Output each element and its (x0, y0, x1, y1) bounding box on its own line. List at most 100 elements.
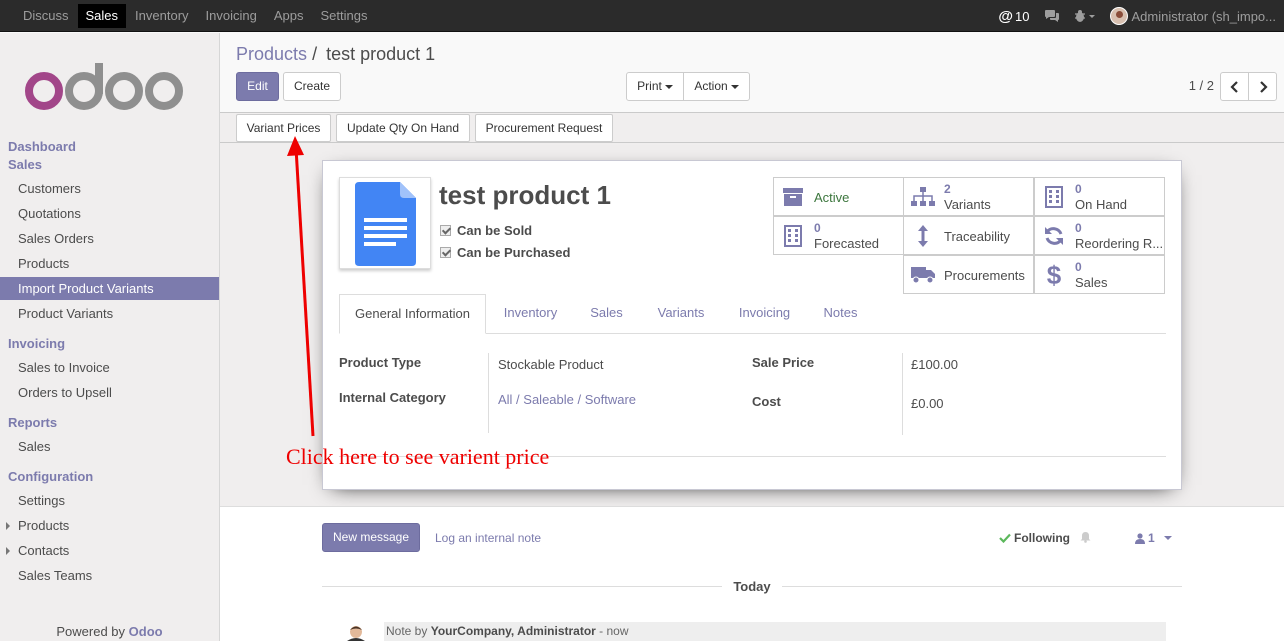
form-sheet: test product 1 Can be Sold Can be Purcha… (322, 160, 1182, 490)
user-avatar (1109, 7, 1128, 25)
at-icon: @ (998, 7, 1014, 25)
sidebar-item-quotations[interactable]: Quotations (0, 202, 219, 225)
cost-label: Cost (752, 394, 781, 409)
menu-invoicing[interactable]: Invoicing (198, 4, 265, 28)
can-be-sold-label: Can be Sold (457, 223, 533, 238)
field-separator (488, 353, 489, 433)
internal-category-link[interactable]: All / Saleable / Software (498, 392, 636, 407)
notebook-tabs: General Information Inventory Sales Vari… (339, 294, 1166, 334)
update-qty-on-hand-button[interactable]: Update Qty On Hand (336, 114, 470, 142)
procurements-smart-button[interactable]: Procurements (903, 255, 1034, 294)
tab-variants[interactable]: Variants (646, 294, 716, 334)
followers-button[interactable]: 1 (1135, 531, 1172, 545)
sidebar-item-products[interactable]: Products (0, 252, 219, 275)
sidebar-item-settings[interactable]: Settings (0, 489, 219, 512)
procurements-label: Procurements (944, 268, 1025, 283)
sidebar-item-product-variants[interactable]: Product Variants (0, 302, 219, 325)
statusbar: Variant Prices Update Qty On Hand Procur… (220, 113, 1284, 143)
cost-value: £0.00 (911, 396, 944, 411)
field-separator (902, 353, 903, 435)
product-image[interactable] (339, 177, 431, 269)
traceability-smart-button[interactable]: Traceability (903, 216, 1034, 255)
sidebar-item-reports-sales[interactable]: Sales (0, 435, 219, 458)
new-message-button[interactable]: New message (322, 523, 420, 552)
sale-price-value: £100.00 (911, 357, 958, 372)
sidebar-item-customers[interactable]: Customers (0, 177, 219, 200)
caret-down-icon (730, 84, 739, 89)
active-label: Active (814, 190, 850, 205)
truck-icon (910, 263, 936, 287)
message-author-avatar (347, 626, 365, 641)
menu-settings[interactable]: Settings (312, 4, 375, 28)
procurement-request-button[interactable]: Procurement Request (475, 114, 613, 142)
menu-sales[interactable]: Sales (77, 4, 127, 28)
sidebar-item-import-product-variants[interactable]: Import Product Variants (0, 277, 219, 300)
tab-notes[interactable]: Notes (813, 294, 868, 334)
user-menu[interactable]: Administrator (sh_impo... (1109, 7, 1284, 25)
reordering-label: Reordering R... (1075, 236, 1163, 251)
powered-by-brand[interactable]: Odoo (129, 624, 163, 639)
caret-down-icon (1163, 536, 1172, 540)
sales-smart-button[interactable]: $ 0 Sales (1034, 255, 1165, 294)
building-icon (1041, 185, 1067, 209)
action-button[interactable]: Action (683, 72, 750, 101)
pager-previous-button[interactable] (1220, 72, 1249, 101)
sidebar-item-contacts[interactable]: Contacts (0, 539, 219, 562)
variants-smart-button[interactable]: 2 Variants (903, 177, 1034, 216)
tab-invoicing[interactable]: Invoicing (727, 294, 802, 334)
pager-next-button[interactable] (1248, 72, 1277, 101)
can-be-purchased-checkbox[interactable] (440, 247, 451, 258)
breadcrumb: Products / test product 1 (236, 44, 435, 65)
sidebar-dashboard[interactable]: Dashboard (8, 139, 76, 154)
reordering-count: 0 (1075, 221, 1082, 235)
internal-category-label: Internal Category (339, 390, 446, 405)
sidebar: Dashboard Sales Customers Quotations Sal… (0, 33, 220, 641)
caret-right-icon (6, 522, 10, 530)
breadcrumb-products[interactable]: Products (236, 44, 307, 64)
on-hand-smart-button[interactable]: 0 On Hand (1034, 177, 1165, 216)
debug-bug-icon[interactable] (1074, 9, 1096, 23)
document-icon (355, 182, 416, 266)
sidebar-item-config-products[interactable]: Products (0, 514, 219, 537)
caret-down-icon (664, 84, 673, 89)
bell-icon[interactable] (1080, 531, 1091, 543)
sidebar-item-label: Contacts (18, 543, 70, 558)
powered-by: Powered by Odoo (0, 624, 219, 639)
sidebar-item-sales-orders[interactable]: Sales Orders (0, 227, 219, 250)
messages-badge[interactable]: @ 10 (998, 8, 1029, 25)
variants-count: 2 (944, 182, 951, 196)
reordering-rules-smart-button[interactable]: 0 Reordering R... (1034, 216, 1165, 255)
can-be-sold-field[interactable]: Can be Sold (440, 223, 532, 238)
sidebar-configuration-head: Configuration (8, 469, 94, 484)
menu-apps[interactable]: Apps (266, 4, 312, 28)
sidebar-item-orders-to-upsell[interactable]: Orders to Upsell (0, 381, 219, 404)
edit-button[interactable]: Edit (236, 72, 279, 101)
menu-discuss[interactable]: Discuss (15, 4, 77, 28)
note-prefix: Note by (386, 624, 428, 638)
print-label: Print (637, 79, 662, 93)
top-navbar: Discuss Sales Inventory Invoicing Apps S… (0, 0, 1284, 32)
active-smart-button[interactable]: Active (773, 177, 904, 216)
tab-general-information[interactable]: General Information (339, 294, 486, 334)
can-be-sold-checkbox[interactable] (440, 225, 451, 236)
followers-count: 1 (1148, 531, 1155, 545)
tab-sales[interactable]: Sales (579, 294, 634, 334)
sales-count: 0 (1075, 260, 1082, 274)
create-button[interactable]: Create (283, 72, 341, 101)
tab-inventory[interactable]: Inventory (493, 294, 568, 334)
sitemap-icon (910, 185, 936, 209)
sidebar-item-sales-teams[interactable]: Sales Teams (0, 564, 219, 587)
forecasted-smart-button[interactable]: 0 Forecasted (773, 216, 904, 255)
on-hand-count: 0 (1075, 182, 1082, 196)
following-button[interactable]: Following (999, 531, 1070, 545)
can-be-purchased-label: Can be Purchased (457, 245, 571, 260)
sidebar-invoicing-head: Invoicing (8, 336, 66, 351)
sidebar-item-sales-to-invoice[interactable]: Sales to Invoice (0, 356, 219, 379)
print-button[interactable]: Print (626, 72, 684, 101)
chat-icon[interactable] (1044, 9, 1060, 23)
menu-inventory[interactable]: Inventory (127, 4, 196, 28)
log-internal-note-link[interactable]: Log an internal note (435, 531, 541, 545)
can-be-purchased-field[interactable]: Can be Purchased (440, 245, 570, 260)
note-author[interactable]: YourCompany, Administrator (431, 624, 596, 638)
pager-value[interactable]: 1 / 2 (1189, 78, 1214, 93)
